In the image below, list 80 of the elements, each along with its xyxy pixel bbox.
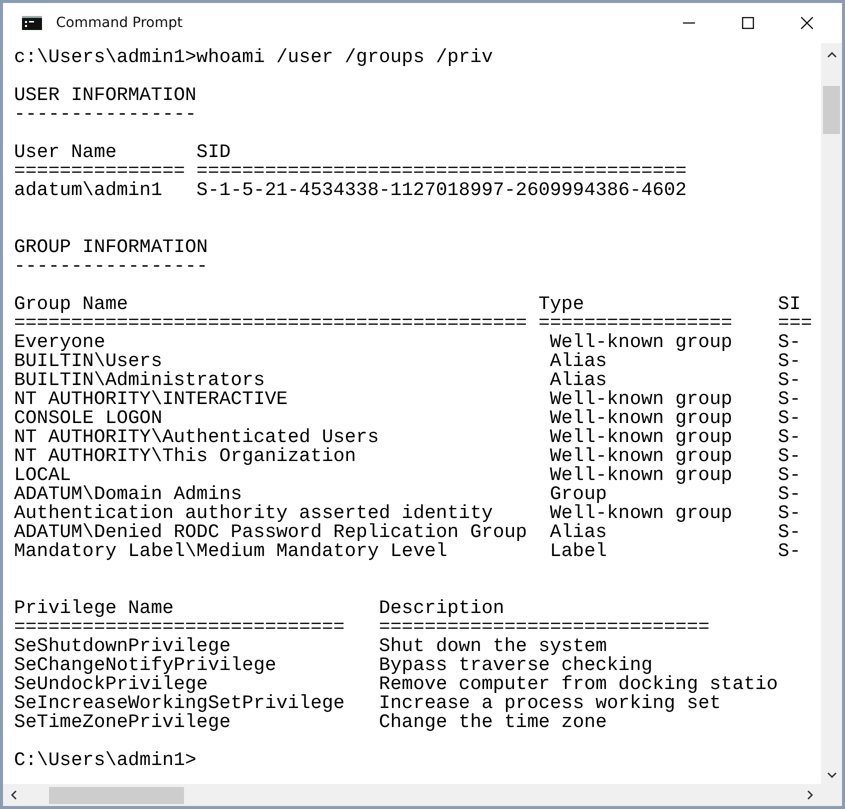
header-underline: ===========================================	[196, 162, 687, 181]
table-cell-text: Change the time zone	[378, 713, 607, 732]
table-cell-text: CONSOLE LOGON	[14, 409, 162, 428]
window-title: Command Prompt	[56, 15, 183, 31]
table-cell-text: S-	[778, 447, 802, 466]
column-header: SI	[778, 295, 802, 314]
table-cell: ADATUM\Denied RODC Password Replication Group	[14, 523, 528, 542]
table-cell-text: BUILTIN\Administrators	[14, 371, 265, 390]
table-cell-text: LOCAL	[14, 466, 72, 485]
table-cell-text: Shut down the system	[378, 637, 607, 656]
table-cell-text: S-	[778, 371, 802, 390]
table-cell-text: Well-known group	[548, 390, 732, 409]
column-header: Privilege Name	[14, 599, 175, 618]
table-cell-text: Well-known group	[548, 504, 732, 523]
scroll-down-icon[interactable]	[826, 772, 836, 778]
table-cell-text: NT AUTHORITY\This Organization	[14, 447, 358, 466]
table-cell-text: Everyone	[14, 333, 106, 352]
column-header: Description	[378, 599, 506, 618]
section-heading: GROUP INFORMATION	[14, 238, 209, 257]
column-header: SID	[196, 143, 232, 162]
header-underline: =============================	[14, 618, 345, 637]
table-cell-text: Well-known group	[548, 466, 732, 485]
table-cell: S-1-5-21-4534338-1127018997-2609994386-4602	[196, 181, 687, 200]
table-cell-text: SeUndockPrivilege	[14, 675, 208, 694]
header-underline: =============================================	[14, 314, 528, 333]
maximize-icon	[742, 17, 754, 29]
heading-underline: -----------------	[14, 257, 209, 276]
close-icon	[800, 17, 812, 29]
table-cell-text: S-	[778, 542, 802, 561]
header-underline: ===	[778, 314, 812, 333]
table-cell-text: Label	[548, 542, 608, 561]
table-cell-text: S-	[778, 428, 802, 447]
table-cell-text: S-	[778, 390, 802, 409]
command-line: c:\Users\admin1>whoami /user /groups /priv	[14, 48, 494, 67]
console-icon	[22, 16, 42, 30]
table-cell-text: Mandatory Label\Medium Mandatory Level	[14, 542, 448, 561]
scroll-right-icon[interactable]	[807, 790, 813, 800]
table-cell-text: Well-known group	[548, 333, 732, 352]
section-heading: USER INFORMATION	[14, 86, 198, 105]
table-cell-text: SeChangeNotifyPrivilege	[14, 656, 278, 675]
table-cell-text: SeTimeZonePrivilege	[14, 713, 231, 732]
table-cell-text: S-	[778, 523, 802, 542]
heading-underline: ----------------	[14, 105, 198, 124]
table-cell-text: Well-known group	[548, 447, 732, 466]
scroll-up-icon[interactable]	[826, 52, 836, 58]
table-cell-text: Authentication authority asserted identity	[14, 504, 494, 523]
command-line: C:\Users\admin1>	[14, 751, 198, 770]
table-cell-text: S-	[778, 466, 802, 485]
table-cell: Remove computer from docking statio	[378, 675, 778, 694]
table-cell-text: Increase a process working set	[378, 694, 722, 713]
table-cell-text: Group	[548, 485, 607, 504]
scroll-left-icon[interactable]	[11, 790, 17, 800]
table-cell-text: ADATUM\Domain Admins	[14, 485, 242, 504]
table-cell-text: S-	[778, 333, 802, 352]
table-cell: SeIncreaseWorkingSetPrivilege	[14, 694, 345, 713]
table-cell-text: BUILTIN\Users	[14, 352, 162, 371]
header-underline: =============================	[378, 618, 711, 637]
table-cell-text: S-	[778, 485, 802, 504]
column-header: Type	[538, 295, 586, 314]
scroll-thumb[interactable]	[823, 86, 840, 134]
table-cell-text: SeShutdownPrivilege	[14, 637, 231, 656]
column-header: User Name	[14, 143, 118, 162]
table-cell-text: Alias	[548, 371, 607, 390]
table-cell-text: adatum\admin1	[14, 181, 164, 200]
scroll-thumb[interactable]	[49, 786, 184, 804]
table-cell-text: NT AUTHORITY\INTERACTIVE	[14, 390, 289, 409]
column-header: Group Name	[14, 295, 130, 314]
table-cell-text: Well-known group	[548, 409, 732, 428]
table-cell-text: Alias	[548, 523, 608, 542]
table-cell-text: S-	[778, 504, 802, 523]
table-cell-text: NT AUTHORITY\Authenticated Users	[14, 428, 380, 447]
header-underline: ===============	[14, 162, 186, 181]
horizontal-scrollbar[interactable]	[3, 784, 821, 806]
header-underline: =================	[538, 314, 732, 333]
table-cell-text: Well-known group	[548, 428, 732, 447]
vertical-scrollbar[interactable]	[821, 43, 842, 784]
table-cell-text: S-	[778, 409, 802, 428]
table-cell-text: Bypass traverse checking	[378, 656, 653, 675]
table-cell-text: Alias	[548, 352, 608, 371]
table-cell-text: S-	[778, 352, 802, 371]
